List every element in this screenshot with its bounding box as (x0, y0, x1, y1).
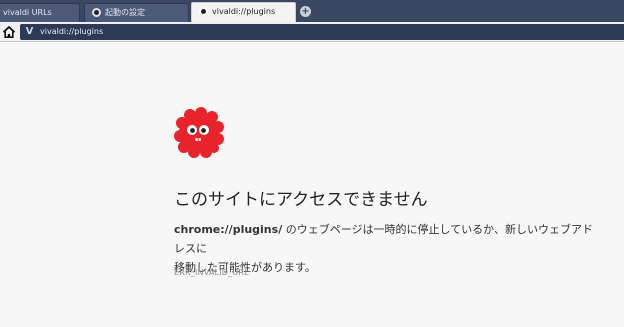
red-blob-monster-icon (174, 107, 224, 158)
tab-label: vivaldi://plugins (212, 7, 276, 16)
page-favicon-icon (199, 7, 208, 16)
error-code: ERR_INVALID_URL (174, 268, 249, 277)
tab-label: 起動の設定 (105, 8, 145, 17)
new-tab-button[interactable]: + (300, 6, 311, 17)
error-title: このサイトにアクセスできません (174, 190, 428, 210)
tab-vivaldi-urls[interactable]: vivaldi URLs (0, 3, 80, 22)
error-url: chrome://plugins/ (174, 223, 283, 236)
vivaldi-v-icon: V (25, 26, 34, 37)
home-icon[interactable] (2, 25, 16, 39)
tab-startup-settings[interactable]: 起動の設定 (84, 3, 189, 22)
settings-favicon-icon (92, 8, 101, 17)
tab-bar: vivaldi URLs 起動の設定 vivaldi://plugins + (0, 0, 624, 22)
url-text: vivaldi://plugins (40, 27, 104, 36)
url-field[interactable]: V vivaldi://plugins (20, 24, 624, 40)
address-bar: V vivaldi://plugins (0, 22, 624, 42)
tab-vivaldi-plugins[interactable]: vivaldi://plugins (191, 2, 296, 22)
tab-label: vivaldi URLs (3, 8, 52, 17)
